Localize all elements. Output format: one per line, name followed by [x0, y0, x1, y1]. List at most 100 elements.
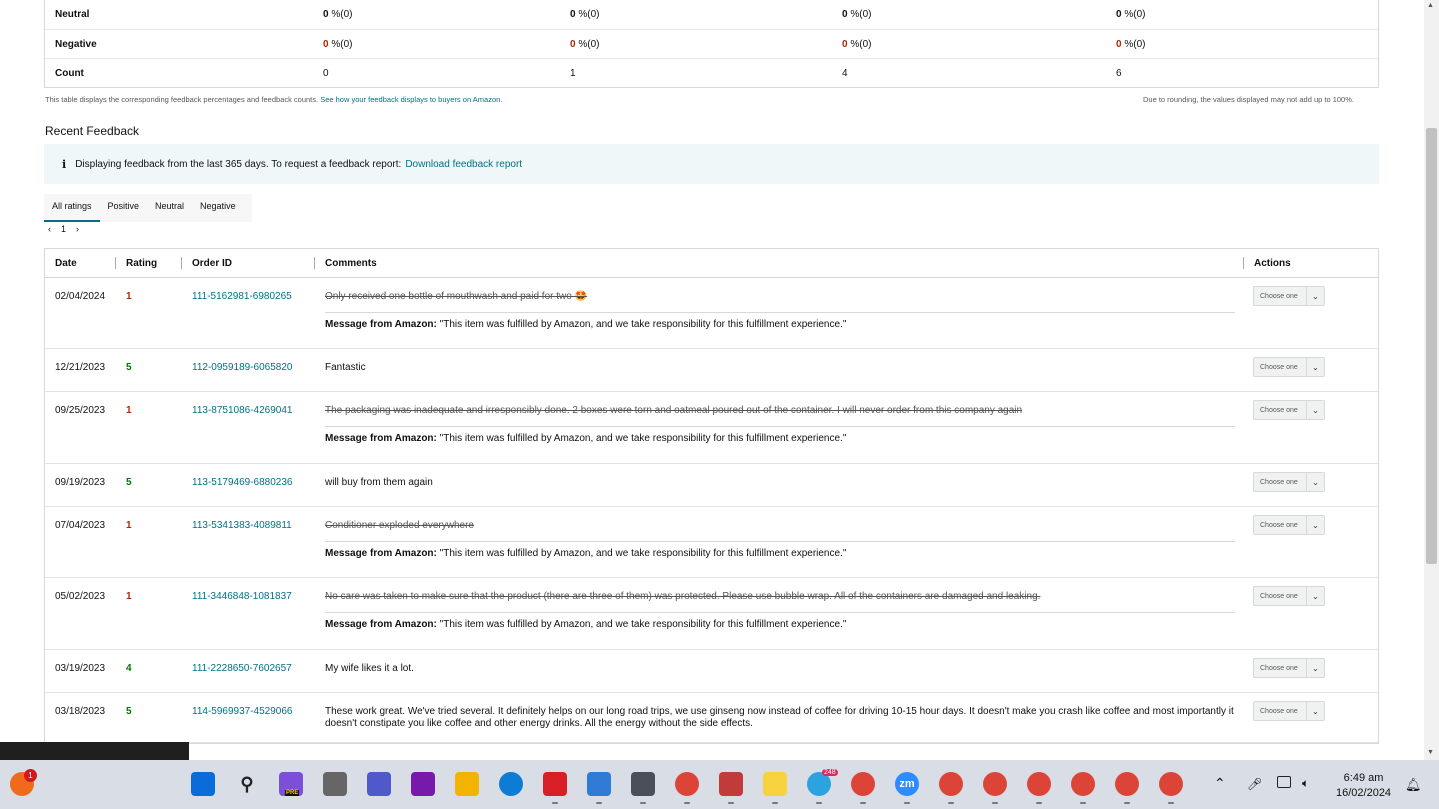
chevron-down-icon[interactable]: ⌄ [1306, 659, 1324, 677]
network-icon[interactable] [1277, 776, 1291, 788]
action-select[interactable]: Choose one ⌄ [1253, 357, 1325, 377]
chevron-up-icon[interactable]: ⌃ [1214, 775, 1226, 792]
info-icon: i [62, 157, 67, 171]
chevron-down-icon[interactable]: ⌄ [1306, 401, 1324, 419]
chrome-profile-icon[interactable] [1159, 772, 1183, 796]
amazon-message: Message from Amazon: "This item was fulf… [325, 541, 1235, 559]
chrome-profile-icon[interactable] [851, 772, 875, 796]
chrome-profile-icon[interactable] [939, 772, 963, 796]
summary-cell: 0 %(0) [323, 9, 352, 20]
order-id-link[interactable]: 111-2228650-7602657 [192, 663, 292, 674]
order-id-link[interactable]: 113-5341383-4089811 [192, 520, 292, 531]
action-select-label: Choose one [1260, 406, 1298, 414]
download-report-link[interactable]: Download feedback report [405, 159, 522, 170]
clock-time: 6:49 am [1343, 772, 1384, 784]
start-icon[interactable] [191, 772, 215, 796]
clock-date: 16/02/2024 [1336, 787, 1392, 799]
action-select[interactable]: Choose one ⌄ [1253, 586, 1325, 606]
chrome-profile-icon[interactable] [1071, 772, 1095, 796]
action-select[interactable]: Choose one ⌄ [1253, 472, 1325, 492]
row-rating: 5 [126, 362, 132, 373]
order-id-link[interactable]: 111-5162981-6980265 [192, 291, 292, 302]
volume-icon[interactable]: 🔈︎ [1302, 776, 1309, 791]
summary-row: Neutral 0 %(0) 0 %(0) 0 %(0) 0 %(0) [45, 0, 1378, 29]
search-icon[interactable]: ⚲ [235, 772, 259, 796]
calculator-icon[interactable] [631, 772, 655, 796]
row-comment: Only received one bottle of mouthwash an… [325, 291, 588, 302]
running-indicator [1080, 802, 1086, 804]
action-select-label: Choose one [1260, 592, 1298, 600]
chevron-down-icon[interactable]: ⌄ [1306, 473, 1324, 491]
summary-cell-percent: %(0) [847, 38, 872, 50]
chevron-down-icon[interactable]: ⌄ [1306, 702, 1324, 720]
header-date: Date [55, 258, 77, 269]
action-select[interactable]: Choose one ⌄ [1253, 701, 1325, 721]
summary-cell-percent: 6 [1116, 67, 1122, 79]
file-explorer-icon[interactable] [455, 772, 479, 796]
row-comment: Fantastic [325, 362, 366, 373]
onenote-icon[interactable] [411, 772, 435, 796]
scrollbar-thumb[interactable] [1426, 128, 1437, 564]
netflix-icon[interactable] [543, 772, 567, 796]
table-header: Date Rating Order ID Comments Actions [45, 249, 1378, 278]
telegram-badge: 248 [822, 769, 838, 776]
scroll-up-arrow-icon[interactable]: ▲ [1427, 2, 1434, 9]
row-rating: 5 [126, 706, 132, 717]
table-row: 05/02/2023 1 111-3446848-1081837 No care wa… [45, 578, 1378, 650]
running-indicator [552, 802, 558, 804]
row-date: 03/18/2023 [55, 706, 106, 717]
page-scrollbar[interactable]: ▲ ▼ [1424, 0, 1439, 760]
chevron-down-icon[interactable]: ⌄ [1306, 516, 1324, 534]
order-id-link[interactable]: 113-8751086-4269041 [192, 405, 292, 416]
amazon-message-label: Message from Amazon: [325, 433, 437, 444]
edge-icon[interactable] [499, 772, 523, 796]
order-id-link[interactable]: 113-5179469-6880236 [192, 477, 292, 488]
scroll-down-arrow-icon[interactable]: ▼ [1427, 749, 1434, 756]
notepad-icon[interactable] [587, 772, 611, 796]
row-date: 12/21/2023 [55, 362, 106, 373]
chevron-down-icon[interactable]: ⌄ [1306, 287, 1324, 305]
tab-negative[interactable]: Negative [192, 194, 244, 222]
notification-bell-icon[interactable]: 🔔︎ [1405, 777, 1422, 793]
action-select[interactable]: Choose one ⌄ [1253, 286, 1325, 306]
tab-all-ratings[interactable]: All ratings [44, 194, 100, 222]
action-select-label: Choose one [1260, 521, 1298, 529]
chrome-profile-icon[interactable] [1027, 772, 1051, 796]
order-id-link[interactable]: 112-0959189-6065820 [192, 362, 292, 373]
chevron-down-icon[interactable]: ⌄ [1306, 587, 1324, 605]
windows-taskbar: 1 ⚲ zm 248 PRE ⌃ 🎤︎ 🔈︎ 6:49 am 16/02/2024… [0, 760, 1439, 809]
current-page: 1 [61, 224, 67, 234]
tab-positive[interactable]: Positive [100, 194, 148, 222]
row-rating: 5 [126, 477, 132, 488]
snipping-tool-icon[interactable] [719, 772, 743, 796]
microphone-icon[interactable]: 🎤︎ [1247, 777, 1262, 791]
action-select[interactable]: Choose one ⌄ [1253, 515, 1325, 535]
summary-cell-percent: %(0) [328, 38, 353, 50]
chrome-profile-icon[interactable] [983, 772, 1007, 796]
zoom-icon[interactable]: zm [895, 772, 919, 796]
task-view-icon[interactable] [323, 772, 347, 796]
chrome-icon[interactable] [675, 772, 699, 796]
table-row: 07/04/2023 1 113-5341383-4089811 Conditione… [45, 507, 1378, 578]
running-indicator [684, 802, 690, 804]
feedback-display-link[interactable]: See how your feedback displays to buyers… [320, 95, 502, 104]
running-indicator [596, 802, 602, 804]
next-page-button[interactable]: › [76, 224, 79, 234]
amazon-message-label: Message from Amazon: [325, 619, 437, 630]
running-indicator [904, 802, 910, 804]
action-select-label: Choose one [1260, 363, 1298, 371]
chevron-down-icon[interactable]: ⌄ [1306, 358, 1324, 376]
order-id-link[interactable]: 114-5969937-4529066 [192, 706, 292, 717]
tab-neutral[interactable]: Neutral [147, 194, 192, 222]
action-select-label: Choose one [1260, 478, 1298, 486]
pre-badge: PRE [285, 790, 300, 796]
chrome-profile-icon[interactable] [1115, 772, 1139, 796]
clock[interactable]: 6:49 am 16/02/2024 [1336, 771, 1391, 801]
prev-page-button[interactable]: ‹ [48, 224, 51, 234]
teams-icon[interactable] [367, 772, 391, 796]
sticky-notes-icon[interactable] [763, 772, 787, 796]
action-select[interactable]: Choose one ⌄ [1253, 658, 1325, 678]
order-id-link[interactable]: 111-3446848-1081837 [192, 591, 292, 602]
summary-cell: 0 %(0) [842, 9, 871, 20]
action-select[interactable]: Choose one ⌄ [1253, 400, 1325, 420]
